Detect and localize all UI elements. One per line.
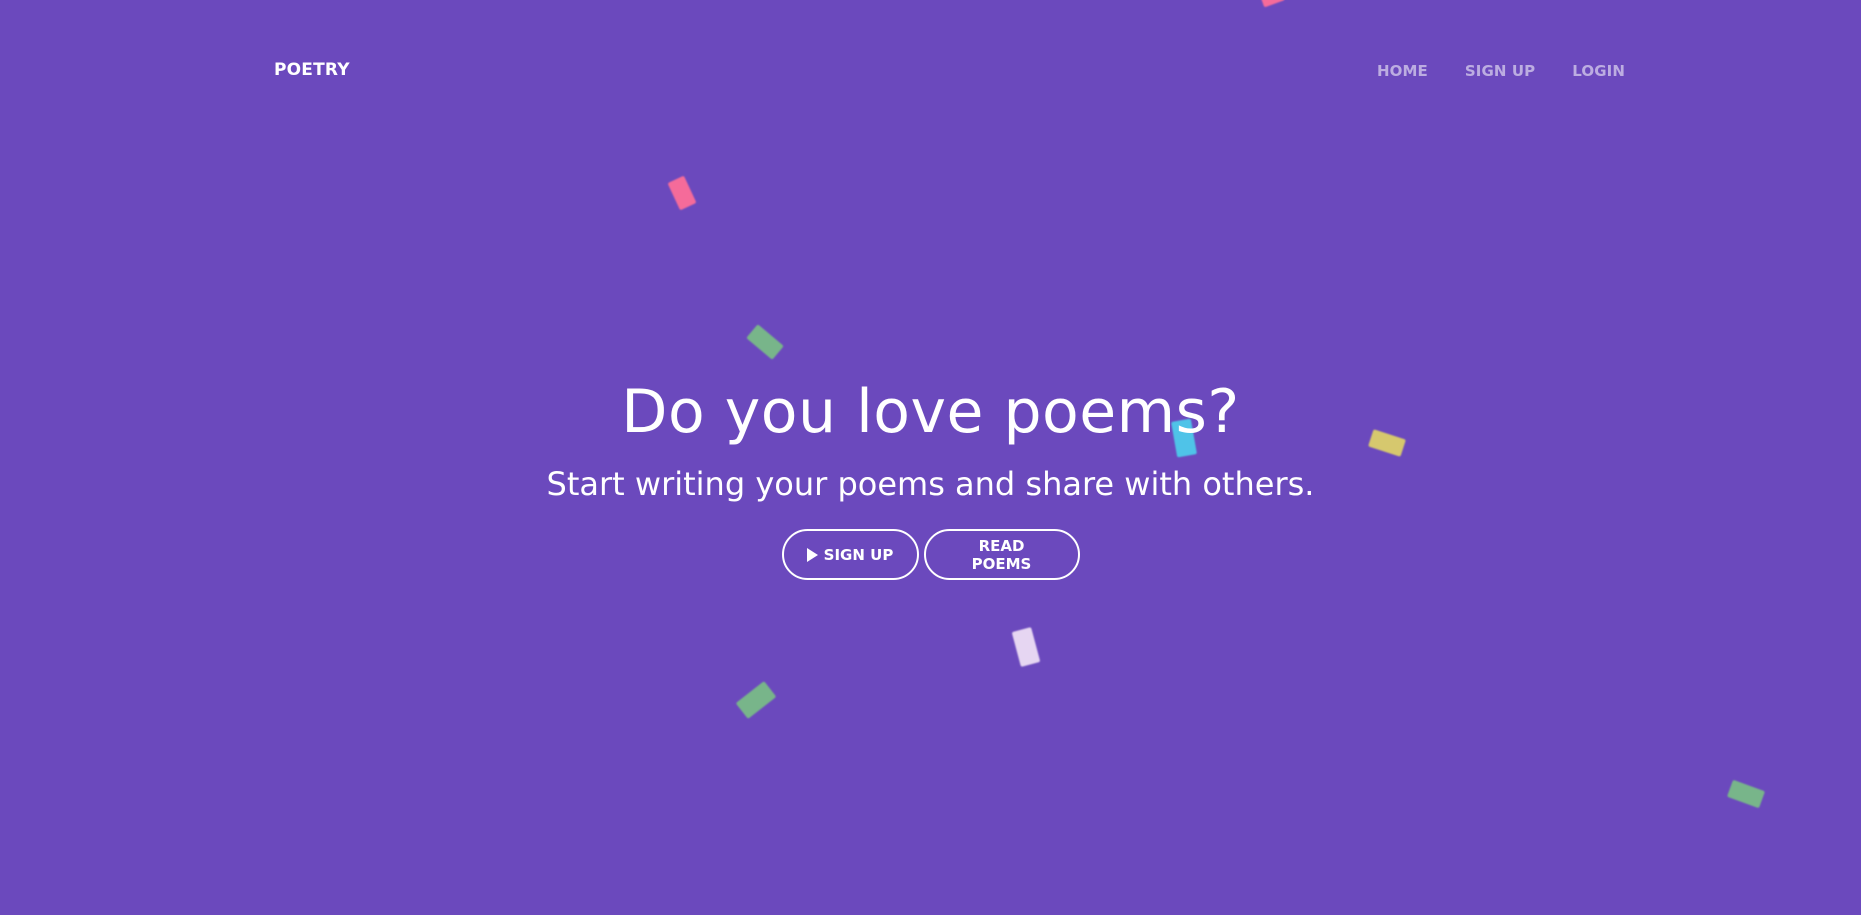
confetti-piece <box>1011 627 1041 667</box>
signup-button[interactable]: SIGN UP <box>781 529 919 580</box>
nav-signup-link[interactable]: SIGN UP <box>1465 62 1535 80</box>
nav-links: HOME SIGN UP LOGIN <box>1377 62 1625 80</box>
read-poems-button[interactable]: READ POEMS <box>923 529 1080 580</box>
hero-section: Do you love poems? Start writing your po… <box>0 370 1861 580</box>
signup-button-label: SIGN UP <box>823 545 894 564</box>
nav-login-link[interactable]: LOGIN <box>1572 62 1625 80</box>
landing-page: POETRY HOME SIGN UP LOGIN Do you love po… <box>0 0 1861 915</box>
confetti-piece <box>1726 779 1766 809</box>
read-poems-button-label: READ POEMS <box>971 536 1032 573</box>
confetti-piece <box>667 175 697 211</box>
play-icon <box>806 547 818 562</box>
navbar: POETRY HOME SIGN UP LOGIN <box>0 0 1861 142</box>
confetti-piece <box>746 324 784 360</box>
hero-subtitle: Start writing your poems and share with … <box>546 465 1315 503</box>
hero-title: Do you love poems? <box>621 377 1240 447</box>
brand-logo[interactable]: POETRY <box>274 60 350 80</box>
confetti-piece <box>735 681 777 719</box>
hero-buttons: SIGN UP READ POEMS <box>0 529 1861 580</box>
nav-home-link[interactable]: HOME <box>1377 62 1428 80</box>
